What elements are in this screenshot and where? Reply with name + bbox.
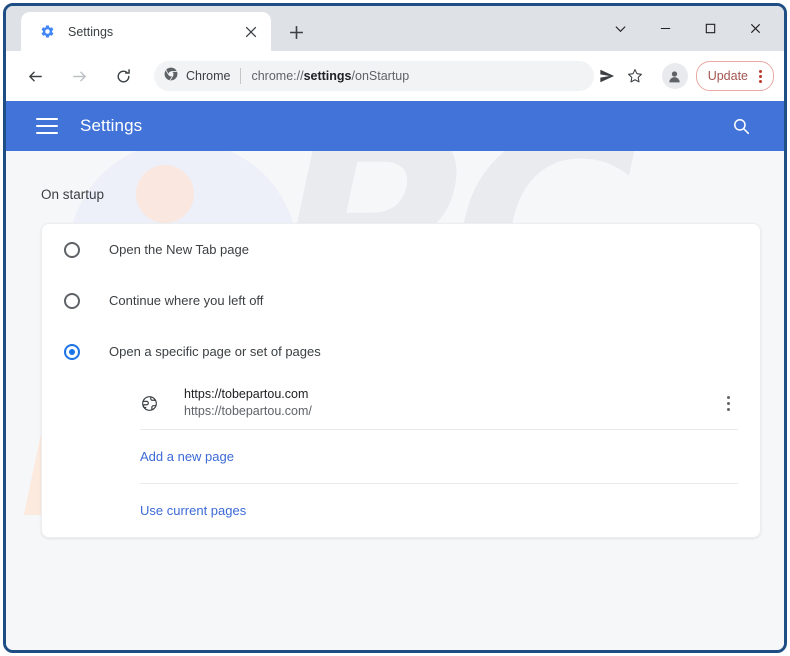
toolbar-actions: Update [594,61,784,91]
tab-title: Settings [68,24,114,39]
watermark-dot [136,165,194,223]
startup-page-row[interactable]: https://tobepartou.com https://tobeparto… [42,377,760,429]
maximize-icon[interactable] [688,9,733,49]
startup-page-title: https://tobepartou.com [184,387,309,401]
use-current-pages-button[interactable]: Use current pages [42,484,760,537]
radio-button[interactable] [64,292,80,309]
address-bar-url: chrome://settings/onStartup [251,69,410,83]
back-button[interactable] [20,61,50,91]
page-title: Settings [80,116,143,135]
browser-window: Settings Chrome chrome://settings/onStar… [3,3,787,653]
omnibox-divider [240,68,242,84]
update-button[interactable]: Update [695,61,774,91]
update-label: Update [707,69,748,83]
radio-option-continue[interactable]: Continue where you left off [42,275,760,326]
radio-label: Open the New Tab page [109,242,249,257]
settings-header: Settings [6,101,784,151]
browser-toolbar: Chrome chrome://settings/onStartup Updat… [6,51,784,101]
radio-label: Continue where you left off [109,293,264,308]
tab-settings[interactable]: Settings [21,12,271,51]
startup-page-text: https://tobepartou.com https://tobeparto… [184,386,718,420]
chrome-logo-icon [164,67,178,86]
chrome-chip-label: Chrome [186,69,231,83]
tab-strip: Settings [6,6,784,51]
window-controls [598,6,778,51]
close-icon[interactable] [733,9,778,49]
search-icon[interactable] [728,113,754,139]
chevron-down-icon[interactable] [598,9,643,49]
star-icon[interactable] [622,63,648,89]
radio-label: Open a specific page or set of pages [109,344,321,359]
add-new-page-button[interactable]: Add a new page [42,430,760,483]
globe-icon [140,394,158,412]
hamburger-icon[interactable] [36,118,58,134]
radio-button-selected[interactable] [64,343,80,360]
profile-avatar[interactable] [661,63,688,89]
chrome-chip: Chrome [164,67,230,86]
add-new-page-label: Add a new page [140,449,234,464]
three-dots-icon[interactable] [753,67,767,85]
on-startup-card: Open the New Tab page Continue where you… [41,223,761,538]
reload-button[interactable] [108,61,138,91]
send-icon[interactable] [594,63,620,89]
minimize-icon[interactable] [643,9,688,49]
close-icon[interactable] [241,22,261,42]
new-tab-button[interactable] [282,18,310,46]
settings-content: PC risk.com On startup Open the New Tab … [6,151,784,650]
radio-option-specific-page[interactable]: Open a specific page or set of pages [42,326,760,377]
use-current-pages-label: Use current pages [140,503,247,518]
forward-button[interactable] [64,61,94,91]
startup-page-url: https://tobepartou.com/ [184,404,312,418]
gear-icon [39,24,55,40]
address-bar[interactable]: Chrome chrome://settings/onStartup [154,61,594,91]
section-title: On startup [41,187,105,202]
radio-button[interactable] [64,241,80,258]
radio-option-new-tab[interactable]: Open the New Tab page [42,224,760,275]
three-dots-icon[interactable] [718,390,738,416]
